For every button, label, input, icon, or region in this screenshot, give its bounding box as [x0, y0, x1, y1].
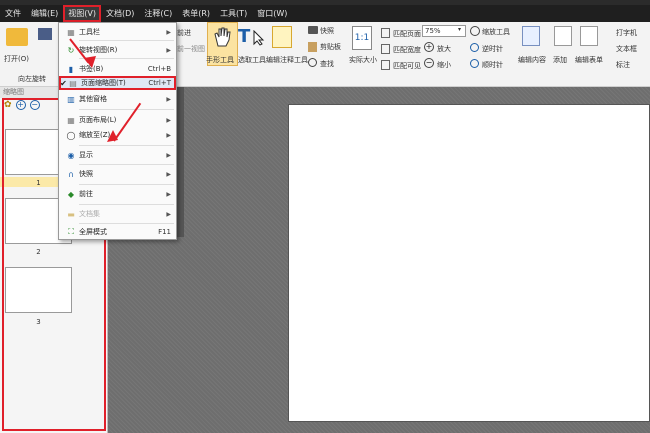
page-layout-icon: ▦ — [67, 115, 75, 125]
zoom-tool-icon — [470, 26, 480, 36]
menu-edit[interactable]: 编辑(E) — [26, 5, 63, 22]
fit-visible-button[interactable]: 匹配可见 — [393, 61, 421, 71]
menu-item-toolbar[interactable]: ▦ 工具栏 ▶ — [59, 25, 176, 39]
print-icon — [38, 28, 52, 40]
callout-button[interactable]: 标注 — [616, 60, 630, 70]
chevron-right-icon: ▶ — [166, 151, 171, 159]
folder-icon: ▬ — [67, 209, 75, 219]
rotate-left-button[interactable]: 向左旋转 — [18, 74, 46, 84]
fit-page-icon — [381, 28, 390, 38]
chevron-down-icon: ▾ — [458, 26, 462, 33]
magnifier-icon: ◯ — [66, 130, 76, 140]
edit-form-button[interactable]: 编辑表单 — [575, 55, 603, 65]
snapshot-button[interactable]: 快照 — [320, 26, 334, 36]
menu-item-document-set: ▬ 文档集 ▶ — [67, 209, 171, 219]
chevron-right-icon: ▶ — [166, 170, 171, 178]
menu-item-go-to[interactable]: ◆ 前往 ▶ — [59, 187, 176, 201]
full-screen-icon: ⛶ — [68, 227, 74, 236]
hand-icon — [214, 27, 231, 47]
zoom-value: 75% — [425, 27, 441, 35]
select-tool-button[interactable]: 选取工具 — [238, 55, 266, 65]
menu-bar: 文件 编辑(E) 视图(V) 文档(D) 注释(C) 表单(R) 工具(T) 窗… — [0, 5, 650, 22]
select-text-icon: T — [238, 26, 251, 47]
zoom-in-button[interactable]: 放大 — [437, 44, 451, 54]
go-to-icon: ◆ — [67, 189, 75, 199]
rotate-cw-icon — [470, 59, 479, 68]
clipboard-icon — [308, 42, 317, 52]
checkmark-icon: ✔ — [60, 78, 67, 88]
menu-item-page-thumbnails[interactable]: ✔ ▤ 页面缩略图(T) Ctrl+T — [59, 76, 176, 90]
menu-window[interactable]: 窗口(W) — [252, 5, 292, 22]
bookmark-icon: ▮ — [68, 64, 74, 74]
document-page[interactable] — [288, 104, 650, 422]
fit-width-button[interactable]: 匹配宽度 — [393, 45, 421, 55]
actual-size-icon: 1:1 — [352, 26, 372, 50]
edit-content-button[interactable]: 编辑内容 — [518, 55, 546, 65]
menu-item-bookmarks[interactable]: ▮ 书签(B) Ctrl+B — [59, 62, 176, 76]
camera-icon — [308, 26, 318, 34]
open-button[interactable]: 打开(O) — [4, 54, 29, 64]
actual-size-button[interactable]: 实际大小 — [349, 55, 377, 65]
annotation-icon — [272, 26, 292, 48]
menu-tools[interactable]: 工具(T) — [215, 5, 252, 22]
fit-page-button[interactable]: 匹配页面 — [393, 29, 421, 39]
rotate-cw-button[interactable]: 顺时针 — [482, 60, 503, 70]
zoom-out-button[interactable]: 缩小 — [437, 60, 451, 70]
folder-icon — [6, 28, 28, 46]
menu-item-full-screen[interactable]: ⛶ 全屏模式 F11 — [59, 225, 176, 239]
add-button[interactable]: 添加 — [553, 55, 567, 65]
chevron-right-icon: ▶ — [166, 46, 171, 54]
chevron-right-icon: ▶ — [166, 190, 171, 198]
find-button[interactable]: 查找 — [320, 59, 334, 69]
add-icon — [554, 26, 572, 46]
rotate-ccw-icon — [470, 43, 479, 52]
menu-comment[interactable]: 注释(C) — [139, 5, 177, 22]
zoom-out-icon: − — [424, 58, 434, 68]
chevron-right-icon: ▶ — [166, 210, 171, 218]
menu-item-snapshot[interactable]: ∩ 快照 ▶ — [59, 167, 176, 181]
splitter — [176, 87, 184, 237]
rotate-ccw-button[interactable]: 逆时针 — [482, 44, 503, 54]
menu-item-page-layout[interactable]: ▦ 页面布局(L) ▶ — [59, 113, 176, 127]
chevron-right-icon: ▶ — [166, 28, 171, 36]
textbox-button[interactable]: 文本框 — [616, 44, 637, 54]
menu-item-other-panes[interactable]: ▥ 其他窗格 ▶ — [59, 92, 176, 106]
clipboard-button[interactable]: 剪贴板 — [320, 42, 341, 52]
typewriter-button[interactable]: 打字机 — [616, 28, 637, 38]
panes-icon: ▥ — [67, 94, 75, 104]
fit-visible-icon — [381, 60, 390, 70]
chevron-right-icon: ▶ — [166, 116, 171, 124]
find-icon — [308, 58, 317, 67]
menu-document[interactable]: 文档(D) — [101, 5, 139, 22]
chevron-right-icon: ▶ — [166, 131, 171, 139]
fit-width-icon — [381, 44, 390, 54]
edit-form-icon — [580, 26, 598, 46]
chevron-right-icon: ▶ — [166, 95, 171, 103]
menu-file[interactable]: 文件 — [0, 5, 26, 22]
thumbnail-icon: ▤ — [69, 78, 77, 88]
zoom-in-icon: + — [424, 42, 434, 52]
previous-view-button[interactable]: 前一视图 — [177, 44, 205, 54]
forward-button[interactable]: 前进 — [177, 28, 191, 38]
magnet-icon: ∩ — [68, 169, 74, 179]
annotation-arrowhead — [84, 56, 96, 68]
zoom-tool-button[interactable]: 缩放工具 — [482, 27, 510, 37]
menu-view[interactable]: 视图(V) — [63, 5, 102, 22]
hand-tool-button[interactable]: 手形工具 — [206, 55, 234, 65]
annotation-arrowhead — [107, 130, 118, 142]
edit-content-icon — [522, 26, 540, 46]
display-icon: ◉ — [67, 150, 75, 160]
menu-form[interactable]: 表单(R) — [177, 5, 215, 22]
cursor-icon — [253, 30, 265, 46]
toolbar-icon: ▦ — [67, 27, 75, 37]
menu-item-display[interactable]: ◉ 显示 ▶ — [59, 148, 176, 162]
edit-annotation-tool-button[interactable]: 编辑注释工具 — [266, 55, 308, 65]
